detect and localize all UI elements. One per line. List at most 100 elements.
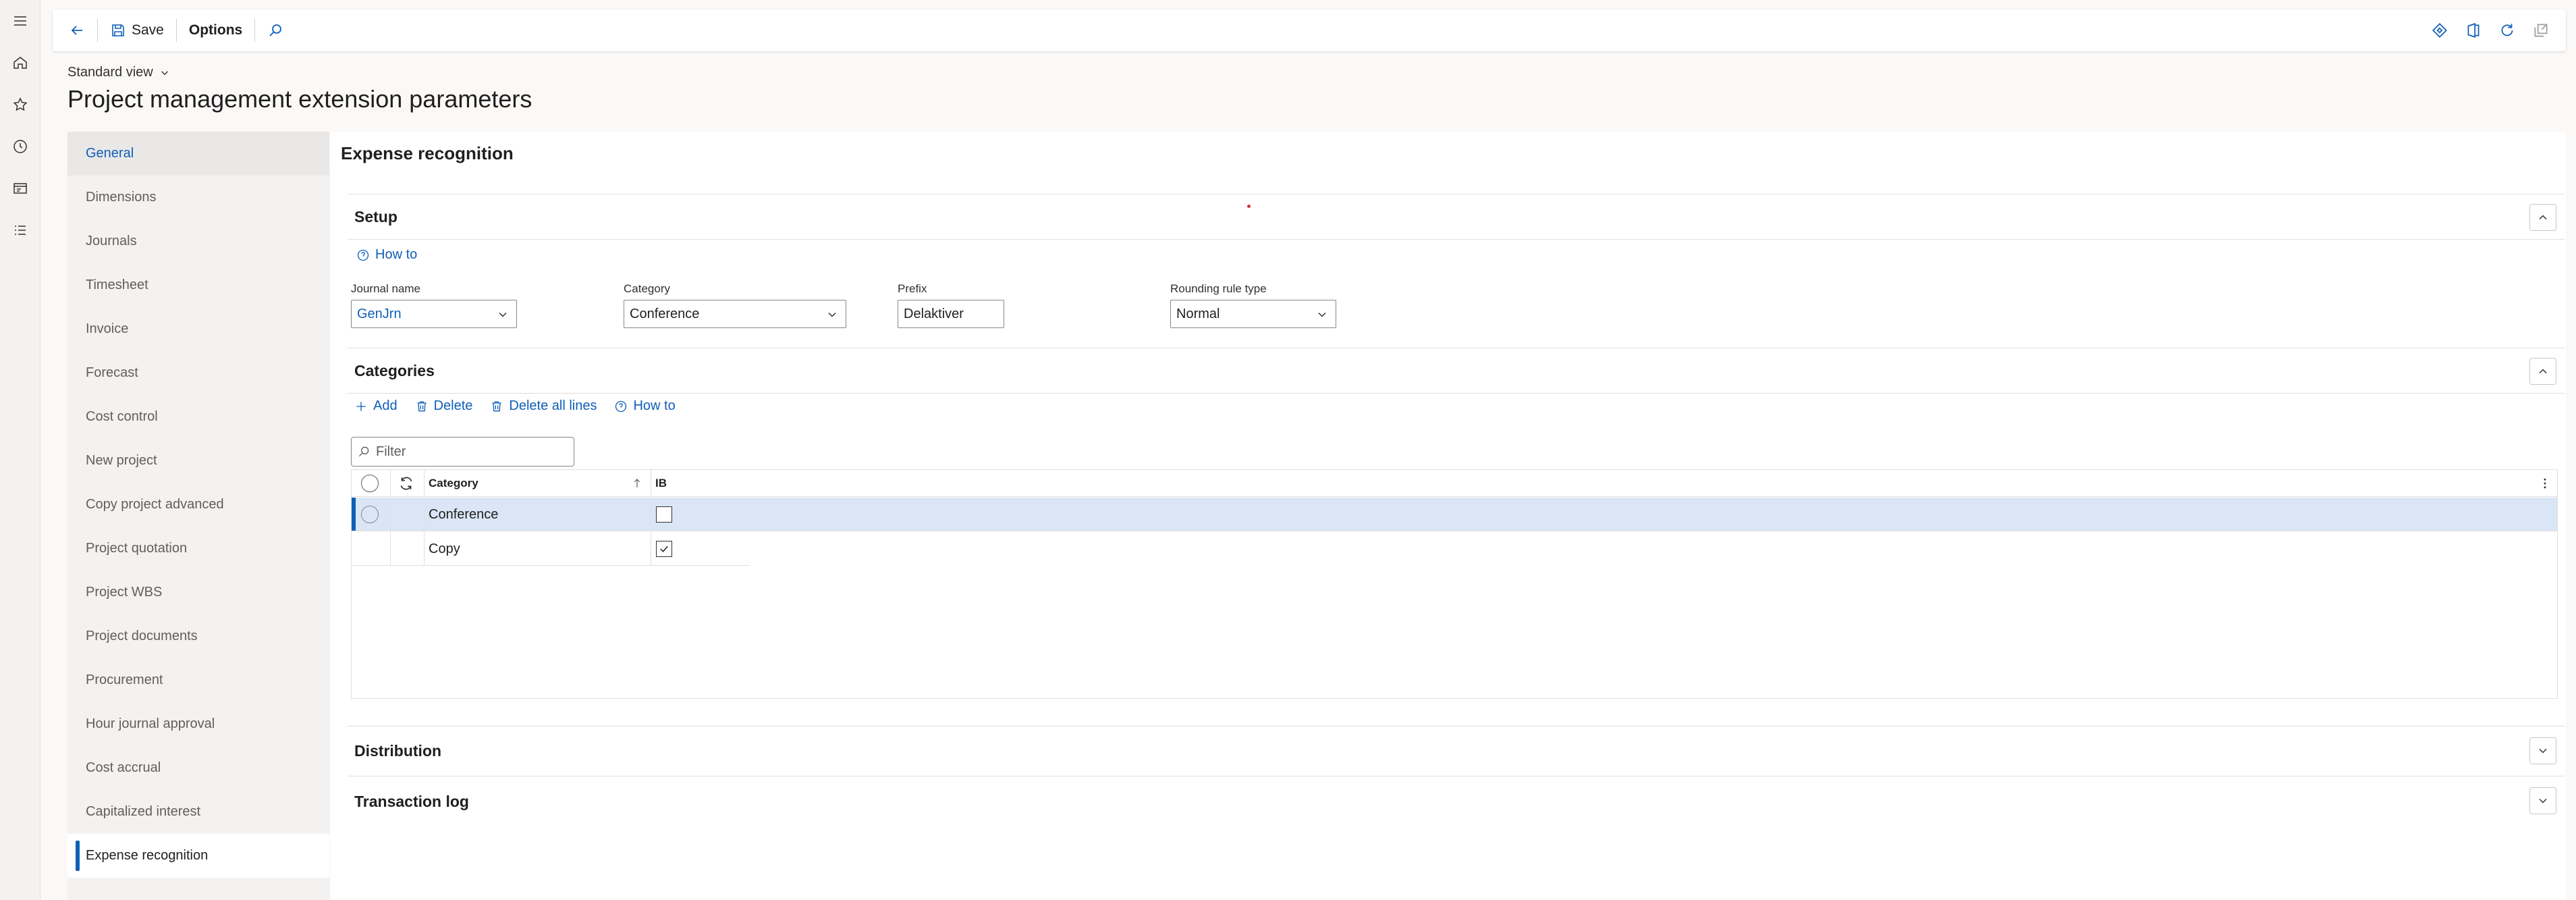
chevron-down-icon — [828, 312, 836, 317]
help-icon — [357, 249, 369, 261]
search-icon — [269, 24, 282, 36]
nav-item-forecast[interactable]: Forecast — [67, 351, 329, 395]
journal-name-field: Journal name GenJrn — [351, 282, 517, 328]
nav-item-general[interactable]: General — [67, 132, 329, 176]
category-value: Conference — [630, 306, 700, 321]
nav-item-journals[interactable]: Journals — [67, 219, 329, 263]
workspace-icon[interactable] — [0, 167, 40, 209]
rounding-rule-type-dropdown[interactable]: Normal — [1170, 300, 1336, 328]
radio-circle — [361, 506, 379, 523]
nav-item-hour-journal-approval[interactable]: Hour journal approval — [67, 702, 329, 746]
nav-item-label: Capitalized interest — [86, 804, 201, 819]
save-label: Save — [132, 22, 164, 38]
search-button[interactable] — [258, 16, 293, 45]
checkmark-icon — [660, 546, 668, 552]
setup-how-to-link[interactable]: How to — [356, 247, 417, 263]
add-button[interactable]: Add — [354, 398, 398, 414]
nav-item-copy-project-advanced[interactable]: Copy project advanced — [67, 483, 329, 527]
nav-item-dimensions[interactable]: Dimensions — [67, 176, 329, 219]
save-icon — [112, 24, 124, 36]
add-label: Add — [373, 398, 398, 413]
ib-column-header[interactable]: IB — [655, 470, 667, 497]
category-cell-value: Conference — [429, 506, 499, 522]
view-selector[interactable]: Standard view — [67, 65, 171, 80]
delete-all-lines-button[interactable]: Delete all lines — [490, 398, 597, 414]
journal-name-dropdown[interactable]: GenJrn — [351, 300, 517, 328]
view-label: Standard view — [67, 65, 153, 80]
category-label: Category — [624, 282, 670, 295]
ib-checkbox[interactable] — [656, 532, 672, 566]
category-cell[interactable]: Conference — [429, 498, 498, 531]
filter-input[interactable]: Filter — [351, 437, 574, 467]
page-title: Project management extension parameters — [67, 85, 532, 113]
back-button[interactable] — [59, 16, 94, 45]
list-icon[interactable] — [0, 209, 40, 251]
chevron-down-icon — [2539, 798, 2547, 803]
category-field: Category Conference — [624, 282, 846, 328]
table-row[interactable]: Copy — [352, 532, 750, 566]
categories-how-to-link[interactable]: How to — [614, 398, 676, 414]
nav-item-project-documents[interactable]: Project documents — [67, 614, 329, 658]
radio-circle — [361, 475, 379, 492]
save-button[interactable]: Save — [101, 16, 173, 45]
help-icon — [615, 400, 627, 412]
nav-item-label: Invoice — [86, 321, 129, 336]
nav-item-project-quotation[interactable]: Project quotation — [67, 527, 329, 571]
category-column-header[interactable]: Category — [429, 470, 645, 497]
row-select-radio[interactable] — [361, 498, 379, 531]
grid-options-button[interactable] — [2538, 470, 2552, 497]
nav-item-timesheet[interactable]: Timesheet — [67, 263, 329, 307]
category-dropdown[interactable]: Conference — [624, 300, 846, 328]
nav-item-label: General — [86, 146, 134, 161]
collapse-setup-button[interactable] — [2529, 204, 2556, 231]
transaction-log-fasttab-header[interactable]: Transaction log — [348, 776, 2565, 827]
categories-fasttab-header[interactable]: Categories — [348, 348, 2565, 394]
categories-title: Categories — [354, 361, 435, 379]
nav-item-label: Dimensions — [86, 190, 157, 205]
category-cell-value: Copy — [429, 541, 460, 556]
nav-item-project-wbs[interactable]: Project WBS — [67, 571, 329, 614]
refresh-icon[interactable] — [2498, 22, 2516, 39]
expand-distribution-button[interactable] — [2529, 737, 2556, 764]
expand-transaction-log-button[interactable] — [2529, 787, 2556, 814]
nav-item-cost-accrual[interactable]: Cost accrual — [67, 746, 329, 790]
distribution-title: Distribution — [354, 742, 442, 760]
ib-checkbox[interactable] — [656, 498, 672, 531]
refresh-icon — [400, 477, 412, 490]
nav-item-label: Timesheet — [86, 277, 148, 292]
clock-icon[interactable] — [0, 126, 40, 167]
chevron-down-icon — [499, 312, 507, 317]
chevron-down-icon — [161, 70, 168, 75]
chevron-down-icon — [2539, 748, 2547, 753]
home-icon[interactable] — [0, 42, 40, 84]
nav-item-capitalized-interest[interactable]: Capitalized interest — [67, 790, 329, 834]
nav-item-expense-recognition[interactable]: Expense recognition — [67, 834, 329, 878]
prefix-field: Prefix Delaktiver — [898, 282, 1004, 328]
nav-item-new-project[interactable]: New project — [67, 439, 329, 483]
nav-item-invoice[interactable]: Invoice — [67, 307, 329, 351]
refresh-grid-button[interactable] — [398, 470, 415, 497]
star-icon[interactable] — [0, 84, 40, 126]
options-tab[interactable]: Options — [180, 16, 252, 45]
office-icon[interactable] — [2465, 22, 2482, 39]
hamburger-icon[interactable] — [0, 0, 40, 42]
nav-item-procurement[interactable]: Procurement — [67, 658, 329, 702]
checkbox-checked — [656, 541, 672, 557]
nav-item-label: Project documents — [86, 629, 198, 643]
more-vertical-icon — [2544, 478, 2546, 489]
open-new-window-icon[interactable] — [2532, 22, 2550, 39]
plus-icon — [356, 401, 366, 411]
category-cell[interactable]: Copy — [429, 532, 460, 566]
select-all-radio[interactable] — [361, 470, 379, 497]
distribution-fasttab-header[interactable]: Distribution — [348, 726, 2565, 776]
power-apps-icon[interactable] — [2431, 22, 2448, 39]
prefix-input[interactable]: Delaktiver — [898, 300, 1004, 328]
separator — [254, 19, 256, 42]
setup-fasttab-header[interactable]: Setup — [348, 194, 2565, 240]
delete-all-lines-label: Delete all lines — [509, 398, 597, 413]
collapse-categories-button[interactable] — [2529, 358, 2556, 385]
delete-button[interactable]: Delete — [415, 398, 472, 414]
table-row[interactable]: Conference — [352, 498, 2557, 531]
rounding-rule-type-field: Rounding rule type Normal — [1170, 282, 1336, 328]
nav-item-cost-control[interactable]: Cost control — [67, 395, 329, 439]
